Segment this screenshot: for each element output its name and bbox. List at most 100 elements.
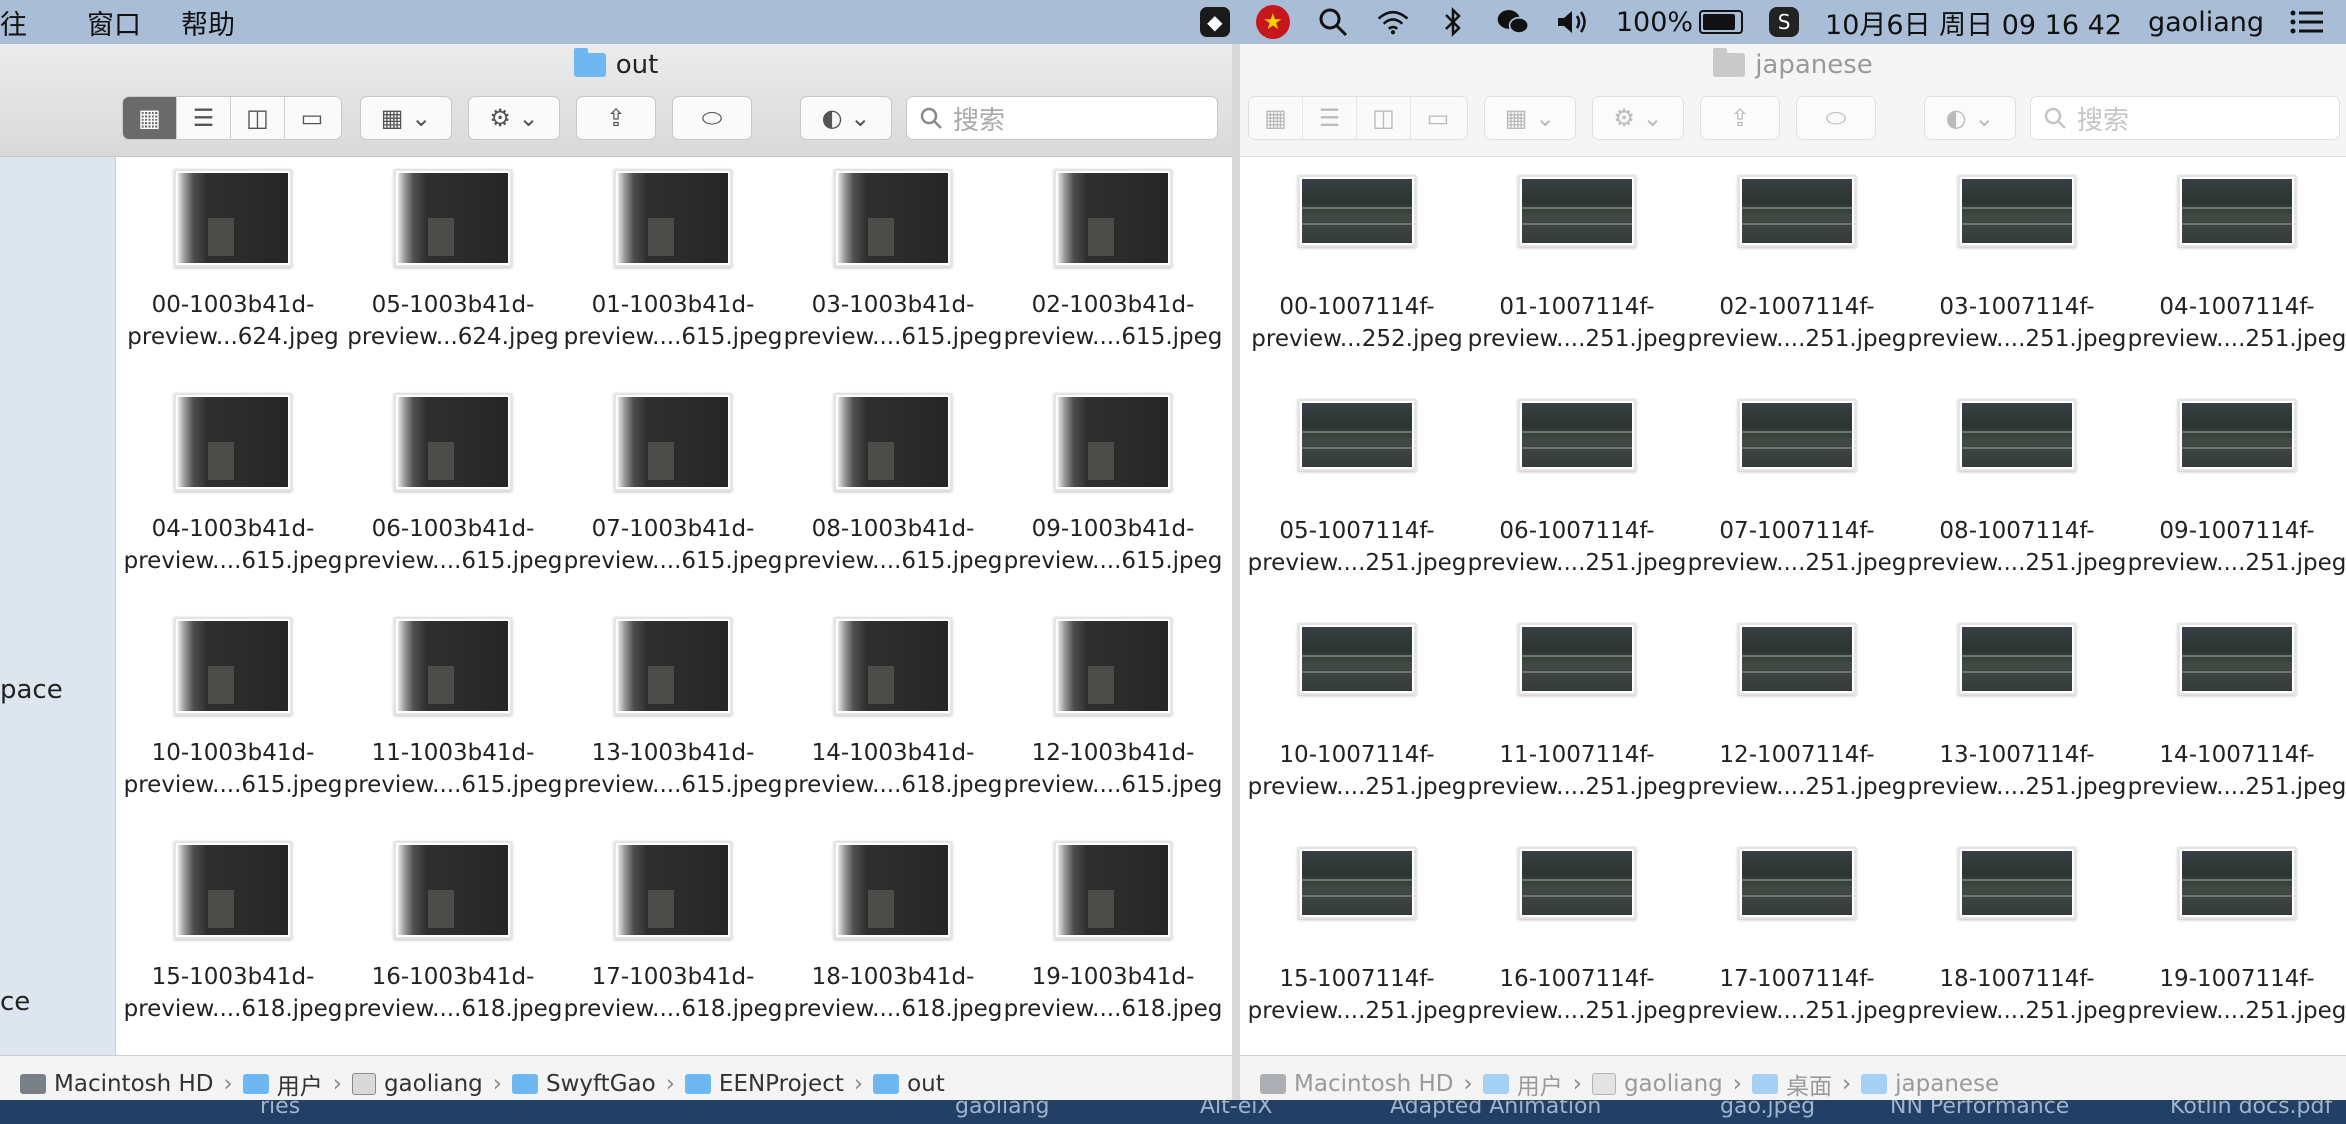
menu-item-window[interactable]: 窗口: [87, 3, 141, 42]
file-item[interactable]: 07-1007114f-preview....251.jpeg: [1687, 399, 1907, 579]
file-item[interactable]: 18-1007114f-preview....251.jpeg: [1907, 847, 2127, 1027]
battery-status[interactable]: 100%: [1616, 7, 1744, 38]
title-bar[interactable]: out ▦ ☰ ◫ ▭ ▦ ⌄ ⚙ ⌄ ⇪ ⬭ ◐ ⌄ 搜索: [0, 44, 1232, 157]
file-item[interactable]: 19-1007114f-preview....251.jpeg: [2127, 847, 2346, 1027]
app-status-icon[interactable]: ◆: [1199, 7, 1230, 37]
volume-icon[interactable]: [1556, 5, 1590, 39]
desktop-item-label[interactable]: gaoliang: [955, 1100, 1050, 1119]
file-item[interactable]: 16-1003b41d-preview....618.jpeg: [343, 841, 563, 1025]
file-item[interactable]: 01-1007114f-preview....251.jpeg: [1467, 175, 1687, 355]
file-item[interactable]: 03-1007114f-preview....251.jpeg: [1907, 175, 2127, 355]
menu-item-help[interactable]: 帮助: [181, 3, 235, 42]
file-item[interactable]: 09-1003b41d-preview....615.jpeg: [1003, 393, 1223, 577]
icon-view-button[interactable]: ▦: [1249, 97, 1303, 139]
file-item[interactable]: 15-1003b41d-preview....618.jpeg: [123, 841, 343, 1025]
file-item[interactable]: 13-1007114f-preview....251.jpeg: [1907, 623, 2127, 803]
column-view-button[interactable]: ◫: [231, 97, 285, 139]
file-item[interactable]: 15-1007114f-preview....251.jpeg: [1247, 847, 1467, 1027]
file-item[interactable]: 10-1003b41d-preview....615.jpeg: [123, 617, 343, 801]
column-view-button[interactable]: ◫: [1357, 97, 1411, 139]
file-item[interactable]: 05-1007114f-preview....251.jpeg: [1247, 399, 1467, 579]
wifi-icon[interactable]: [1376, 5, 1410, 39]
file-item[interactable]: 11-1007114f-preview....251.jpeg: [1467, 623, 1687, 803]
clock[interactable]: 10月6日 周日 09 16 42: [1825, 3, 2122, 42]
path-segment[interactable]: japanese: [1861, 1071, 1999, 1097]
file-item[interactable]: 11-1003b41d-preview....615.jpeg: [343, 617, 563, 801]
path-segment[interactable]: SwyftGao: [511, 1071, 656, 1097]
file-item[interactable]: 16-1007114f-preview....251.jpeg: [1467, 847, 1687, 1027]
desktop-item-label[interactable]: Alt-eiX: [1200, 1100, 1272, 1119]
file-name: 08-1007114f-preview....251.jpeg: [1907, 518, 2127, 576]
list-view-button[interactable]: ☰: [1303, 97, 1357, 139]
path-segment[interactable]: 桌面: [1751, 1067, 1832, 1101]
file-item[interactable]: 13-1003b41d-preview....615.jpeg: [563, 617, 783, 801]
group-by-button[interactable]: ▦ ⌄: [1484, 96, 1576, 140]
file-item[interactable]: 02-1003b41d-preview....615.jpeg: [1003, 169, 1223, 353]
file-item[interactable]: 00-1007114f-preview...252.jpeg: [1247, 175, 1467, 355]
icon-view-button[interactable]: ▦: [123, 97, 177, 139]
file-item[interactable]: 07-1003b41d-preview....615.jpeg: [563, 393, 783, 577]
path-segment[interactable]: Macintosh HD: [20, 1071, 214, 1097]
tag-button[interactable]: ⬭: [1796, 96, 1876, 140]
chevron-right-icon: ›: [1732, 1071, 1742, 1097]
path-segment[interactable]: 用户: [242, 1067, 323, 1101]
group-by-button[interactable]: ▦ ⌄: [360, 96, 452, 140]
extension-button[interactable]: ◐ ⌄: [800, 96, 892, 140]
file-item[interactable]: 14-1003b41d-preview....618.jpeg: [783, 617, 1003, 801]
gallery-view-button[interactable]: ▭: [1411, 97, 1465, 139]
path-segment[interactable]: EENProject: [684, 1071, 844, 1097]
tag-button[interactable]: ⬭: [672, 96, 752, 140]
desktop-item-label[interactable]: gao.jpeg: [1720, 1100, 1815, 1119]
search-field[interactable]: 搜索: [906, 96, 1218, 140]
share-button[interactable]: ⇪: [1700, 96, 1780, 140]
notification-center-icon[interactable]: [2290, 5, 2324, 39]
extension-button[interactable]: ◐ ⌄: [1924, 96, 2016, 140]
file-item[interactable]: 02-1007114f-preview....251.jpeg: [1687, 175, 1907, 355]
file-item[interactable]: 08-1007114f-preview....251.jpeg: [1907, 399, 2127, 579]
file-item[interactable]: 17-1003b41d-preview....618.jpeg: [563, 841, 783, 1025]
file-item[interactable]: 04-1007114f-preview....251.jpeg: [2127, 175, 2346, 355]
user-name[interactable]: gaoliang: [2148, 7, 2264, 38]
gallery-view-button[interactable]: ▭: [285, 97, 339, 139]
title-bar[interactable]: japanese ▦ ☰ ◫ ▭ ▦ ⌄ ⚙ ⌄ ⇪ ⬭ ◐ ⌄ 搜索: [1240, 44, 2346, 157]
action-gear-button[interactable]: ⚙ ⌄: [1592, 96, 1684, 140]
s-app-icon[interactable]: S: [1769, 7, 1800, 37]
red-star-icon[interactable]: ★: [1255, 5, 1290, 39]
file-item[interactable]: 04-1003b41d-preview....615.jpeg: [123, 393, 343, 577]
desktop-item-label[interactable]: ries: [260, 1100, 300, 1119]
file-item[interactable]: 08-1003b41d-preview....615.jpeg: [783, 393, 1003, 577]
file-item[interactable]: 17-1007114f-preview....251.jpeg: [1687, 847, 1907, 1027]
file-item[interactable]: 09-1007114f-preview....251.jpeg: [2127, 399, 2346, 579]
path-segment[interactable]: out: [873, 1071, 945, 1097]
sidebar-item[interactable]: ce: [0, 987, 30, 1017]
path-segment[interactable]: gaoliang: [351, 1071, 483, 1097]
list-view-button[interactable]: ☰: [177, 97, 231, 139]
file-item[interactable]: 10-1007114f-preview....251.jpeg: [1247, 623, 1467, 803]
wechat-icon[interactable]: [1496, 5, 1530, 39]
bluetooth-icon[interactable]: [1436, 5, 1470, 39]
menu-item-go[interactable]: 往: [0, 3, 27, 42]
desktop-item-label[interactable]: Kotlin docs.pdf: [2170, 1100, 2332, 1119]
search-field[interactable]: 搜索: [2030, 96, 2340, 140]
file-item[interactable]: 12-1007114f-preview....251.jpeg: [1687, 623, 1907, 803]
file-item[interactable]: 12-1003b41d-preview....615.jpeg: [1003, 617, 1223, 801]
file-item[interactable]: 03-1003b41d-preview....615.jpeg: [783, 169, 1003, 353]
path-segment[interactable]: Macintosh HD: [1260, 1071, 1454, 1097]
file-item[interactable]: 18-1003b41d-preview....618.jpeg: [783, 841, 1003, 1025]
desktop-item-label[interactable]: NN Performance: [1890, 1100, 2069, 1119]
file-item[interactable]: 06-1003b41d-preview....615.jpeg: [343, 393, 563, 577]
spotlight-search-icon[interactable]: [1316, 5, 1350, 39]
path-segment[interactable]: 用户: [1482, 1067, 1563, 1101]
action-gear-button[interactable]: ⚙ ⌄: [468, 96, 560, 140]
file-item[interactable]: 05-1003b41d-preview...624.jpeg: [343, 169, 563, 353]
file-item[interactable]: 01-1003b41d-preview....615.jpeg: [563, 169, 783, 353]
sidebar-item[interactable]: pace: [0, 675, 63, 705]
share-button[interactable]: ⇪: [576, 96, 656, 140]
file-item[interactable]: 00-1003b41d-preview...624.jpeg: [123, 169, 343, 353]
file-name: 18-1003b41d-preview....618.jpeg: [783, 964, 1003, 1022]
file-item[interactable]: 19-1003b41d-preview....618.jpeg: [1003, 841, 1223, 1025]
file-item[interactable]: 14-1007114f-preview....251.jpeg: [2127, 623, 2346, 803]
path-segment[interactable]: gaoliang: [1591, 1071, 1723, 1097]
file-item[interactable]: 06-1007114f-preview....251.jpeg: [1467, 399, 1687, 579]
desktop-item-label[interactable]: Adapted Animation: [1390, 1100, 1601, 1119]
